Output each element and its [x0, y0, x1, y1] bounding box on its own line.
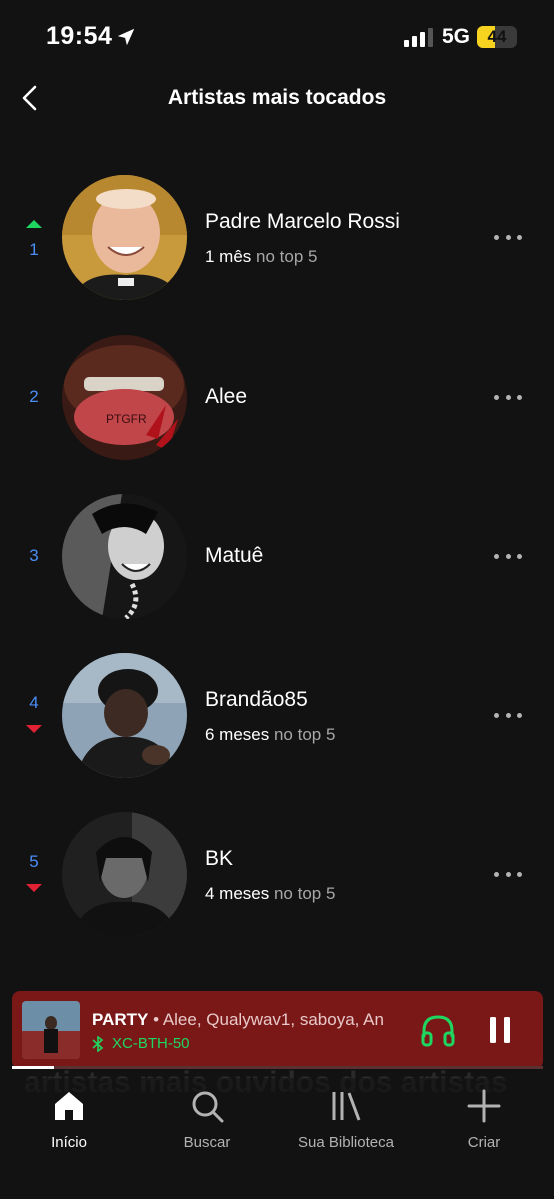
svg-text:PTGFR: PTGFR	[106, 412, 147, 426]
artist-name: BK	[205, 847, 234, 870]
rank-column: 4	[18, 651, 50, 781]
more-dots-icon	[494, 712, 499, 718]
nav-search-label: Buscar	[183, 1134, 231, 1151]
artist-avatar[interactable]: PTGFR	[62, 335, 187, 460]
more-dots-icon	[517, 394, 522, 400]
rank-number: 2	[29, 387, 39, 406]
artist-stat-suffix: no top 5	[269, 725, 336, 744]
nav-home[interactable]: Início	[4, 1088, 134, 1158]
artist-stat-duration: 6 meses	[205, 725, 270, 744]
artist-photo	[62, 175, 187, 300]
rank-column: 3	[18, 492, 50, 622]
device-name: XC-BTH-50	[112, 1035, 190, 1052]
connected-device[interactable]: XC-BTH-50	[92, 1035, 190, 1052]
playback-progress-fill	[12, 1066, 55, 1069]
more-dots-icon	[494, 553, 499, 559]
artist-row[interactable]: 4 Brandão85 6 meses no top 5	[0, 651, 554, 781]
album-art	[22, 1001, 80, 1059]
artist-avatar[interactable]	[62, 175, 187, 300]
more-options-button[interactable]	[490, 705, 526, 725]
mini-player[interactable]: PARTY • Alee, Qualywav1, saboya, An XC-B…	[12, 991, 543, 1069]
artist-stat: 4 meses no top 5	[205, 884, 335, 904]
location-arrow-icon	[117, 28, 135, 46]
trend-down-icon	[26, 884, 42, 892]
artist-row[interactable]: 3 Matuê	[0, 492, 554, 622]
more-options-button[interactable]	[490, 387, 526, 407]
artist-stat: 6 meses no top 5	[205, 725, 335, 745]
track-title: PARTY	[92, 1010, 149, 1029]
artist-photo	[62, 653, 187, 778]
plus-icon	[467, 1089, 501, 1123]
artist-row[interactable]: 2 PTGFR Alee	[0, 333, 554, 463]
more-dots-icon	[505, 712, 511, 718]
artist-name: Brandão85	[205, 688, 308, 711]
artist-photo	[62, 494, 187, 619]
artist-avatar[interactable]	[62, 653, 187, 778]
more-dots-icon	[505, 871, 511, 877]
nav-create[interactable]: Criar	[419, 1088, 549, 1158]
home-icon	[55, 1092, 83, 1120]
network-label: 5G	[442, 25, 471, 48]
more-dots-icon	[517, 712, 522, 718]
more-dots-icon	[517, 553, 522, 559]
artist-stat-duration: 1 mês	[205, 247, 252, 266]
rank-column: 2	[18, 333, 50, 463]
playback-progress[interactable]	[12, 1066, 543, 1069]
rank-column: 5	[18, 810, 50, 940]
artist-stat-suffix: no top 5	[269, 884, 336, 903]
more-dots-icon	[494, 234, 499, 240]
nav-home-label: Início	[51, 1134, 87, 1151]
artist-photo: PTGFR	[62, 335, 187, 460]
more-dots-icon	[505, 234, 511, 240]
artist-name: Alee	[205, 385, 248, 408]
more-options-button[interactable]	[490, 227, 526, 247]
album-cover[interactable]	[22, 1001, 80, 1059]
bluetooth-icon	[92, 1035, 104, 1052]
artist-row[interactable]: 5 BK 4 meses no top 5	[0, 810, 554, 940]
trend-down-icon	[26, 725, 42, 733]
rank-number: 3	[29, 546, 39, 565]
rank-number: 5	[29, 852, 39, 871]
signal-icon	[404, 28, 433, 47]
rank-number: 4	[29, 693, 39, 712]
more-dots-icon	[505, 394, 511, 400]
library-icon	[332, 1092, 361, 1121]
rank-number: 1	[29, 240, 39, 259]
search-icon	[192, 1091, 224, 1123]
track-artists: • Alee, Qualywav1, saboya, An	[148, 1010, 384, 1029]
artist-stat: 1 mês no top 5	[205, 247, 317, 267]
status-time: 19:54	[46, 22, 113, 50]
more-options-button[interactable]	[490, 864, 526, 884]
trend-up-icon	[26, 220, 42, 228]
nav-create-label: Criar	[467, 1134, 501, 1151]
more-dots-icon	[517, 871, 522, 877]
more-dots-icon	[494, 871, 499, 877]
battery-icon: 44	[477, 26, 517, 48]
rank-column: 1	[18, 173, 50, 303]
battery-percent: 44	[487, 27, 507, 46]
now-playing-text: PARTY • Alee, Qualywav1, saboya, An	[92, 1010, 402, 1030]
more-dots-icon	[517, 234, 522, 240]
nav-search[interactable]: Buscar	[142, 1088, 272, 1158]
nav-library[interactable]: Sua Biblioteca	[281, 1088, 411, 1158]
artist-stat-duration: 4 meses	[205, 884, 270, 903]
artist-stat-suffix: no top 5	[251, 247, 318, 266]
nav-library-label: Sua Biblioteca	[298, 1134, 394, 1151]
more-dots-icon	[505, 553, 511, 559]
artist-avatar[interactable]	[62, 812, 187, 937]
more-options-button[interactable]	[490, 546, 526, 566]
artist-photo	[62, 812, 187, 937]
artist-avatar[interactable]	[62, 494, 187, 619]
artist-row[interactable]: 1 Padre Marcelo Rossi 1 mês no top 5	[0, 173, 554, 303]
headphones-icon[interactable]	[420, 1013, 456, 1047]
page-title: Artistas mais tocados	[167, 86, 387, 109]
more-dots-icon	[494, 394, 499, 400]
pause-button[interactable]	[486, 1015, 514, 1045]
artist-name: Padre Marcelo Rossi	[205, 210, 400, 233]
status-bar: 19:54 5G 44	[0, 0, 554, 74]
artist-name: Matuê	[205, 544, 264, 567]
bottom-nav: Início Buscar Sua Biblioteca Criar	[0, 1078, 554, 1199]
